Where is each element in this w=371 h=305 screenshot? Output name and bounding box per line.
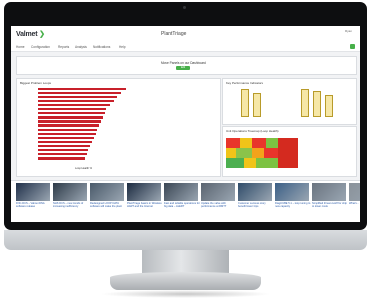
news-thumbnail[interactable]: [201, 183, 235, 201]
monitor-stand: [110, 272, 261, 290]
nav-item-reports[interactable]: Reports: [58, 45, 69, 49]
news-thumbnail[interactable]: [238, 183, 272, 201]
bar[interactable]: [38, 87, 127, 90]
nav-item-notifications[interactable]: Notifications: [93, 45, 110, 49]
app-title: PlantTriage: [161, 31, 187, 37]
bar[interactable]: [38, 124, 100, 127]
nav-item-analysis[interactable]: Analysis: [75, 45, 87, 49]
logo-chevron-icon: ❯: [39, 31, 45, 38]
treemap: [226, 138, 298, 168]
bar[interactable]: [38, 157, 85, 160]
bar[interactable]: [38, 91, 121, 94]
news-caption[interactable]: Update the valve with performance at RMT…: [201, 202, 237, 208]
bar[interactable]: [38, 140, 92, 144]
bar[interactable]: [38, 120, 101, 123]
user-menu[interactable]: Ryan: [345, 29, 352, 33]
panel-title: Biggest Problem Loops: [20, 81, 52, 85]
banner-edit-button[interactable]: Edit: [176, 66, 190, 70]
news-thumbnail[interactable]: [312, 183, 346, 201]
monitor-chin: [4, 230, 367, 250]
news-caption[interactable]: Customer success story benefit fewer tri…: [238, 202, 274, 208]
kpi-gauge-4: [313, 91, 321, 117]
kpi-panel: Key Performance Indicators: [222, 78, 357, 125]
treemap-cell[interactable]: [256, 158, 278, 168]
kpi-gauge-5: [325, 95, 333, 117]
bar[interactable]: [38, 108, 107, 111]
stand-shadow: [100, 290, 271, 298]
treemap-cell[interactable]: [244, 158, 256, 168]
panel-title: Key Performance Indicators: [226, 81, 264, 85]
bar[interactable]: [38, 149, 89, 152]
bar[interactable]: [38, 95, 118, 99]
treemap-cell[interactable]: [252, 138, 266, 148]
panel-title: Unit Operations Treemap (Loop Health): [226, 129, 279, 133]
news-thumbnail[interactable]: [16, 183, 50, 201]
treemap-cell[interactable]: [252, 148, 264, 158]
kpi-gauge-3: [301, 89, 309, 117]
news-caption[interactable]: Redesigned LOOP DATA software will make …: [90, 202, 126, 208]
news-caption[interactable]: Simplified threat cutoff for ship to low…: [312, 202, 348, 208]
news-thumbnail[interactable]: [164, 183, 198, 201]
monitor-neck: [142, 250, 229, 274]
bar[interactable]: [38, 136, 94, 140]
screen: Valmet ❯ PlantTriage Ryan Home Configura…: [11, 26, 360, 222]
bar[interactable]: [38, 132, 96, 135]
nav-item-help[interactable]: Help: [119, 45, 126, 49]
nav-item-configuration[interactable]: Configuration: [31, 45, 50, 49]
app-header: Valmet ❯ PlantTriage Ryan: [11, 26, 360, 44]
news-caption[interactable]: NHS DCS – new trends of increasing ineff…: [53, 202, 89, 208]
kpi-gauge-2: [253, 93, 261, 117]
bar[interactable]: [38, 153, 87, 156]
bar[interactable]: [38, 128, 98, 131]
kpi-gauge-1: [241, 89, 249, 117]
treemap-cell[interactable]: [278, 138, 298, 168]
bar[interactable]: [38, 112, 105, 115]
news-caption[interactable]: FNC-DCS – Valmet DNA software release: [16, 202, 52, 208]
treemap-cell[interactable]: [240, 138, 252, 148]
settings-button[interactable]: [350, 44, 355, 49]
bar[interactable]: [38, 99, 114, 103]
nav-bar: Home Configuration Reports Analysis Noti…: [11, 43, 360, 52]
chart-xlabel: Loop Health %: [75, 167, 93, 170]
treemap-cell[interactable]: [264, 148, 278, 158]
bar-chart: [20, 87, 140, 163]
banner-text: Move Panels on our Dashboard: [161, 61, 206, 65]
treemap-cell[interactable]: [266, 138, 278, 148]
biggest-problem-loops-panel: Biggest Problem Loops Loop Health %: [16, 78, 221, 177]
treemap-cell[interactable]: [226, 158, 244, 168]
news-caption[interactable]: Fast and reliable operations for big dat…: [164, 202, 200, 208]
treemap-cell[interactable]: [226, 138, 240, 148]
camera-icon: [183, 6, 186, 9]
news-caption[interactable]: What's...: [349, 202, 360, 205]
news-thumbnail[interactable]: [53, 183, 87, 201]
news-thumbnail[interactable]: [90, 183, 124, 201]
bar[interactable]: [38, 103, 110, 107]
treemap-cell[interactable]: [236, 148, 252, 158]
news-caption[interactable]: PlantTriage basics in Wireless HART and …: [127, 202, 163, 208]
valmet-logo[interactable]: Valmet ❯: [16, 30, 45, 38]
nav-item-home[interactable]: Home: [16, 45, 25, 49]
news-caption[interactable]: DiagCUBE 5.1 – loop tuning to new capaci…: [275, 202, 311, 208]
treemap-cell[interactable]: [226, 148, 236, 158]
bar[interactable]: [38, 116, 103, 119]
bar[interactable]: [38, 144, 91, 148]
news-thumbnail[interactable]: [275, 183, 309, 201]
news-thumbnail[interactable]: [127, 183, 161, 201]
news-thumbnail[interactable]: [349, 183, 360, 201]
